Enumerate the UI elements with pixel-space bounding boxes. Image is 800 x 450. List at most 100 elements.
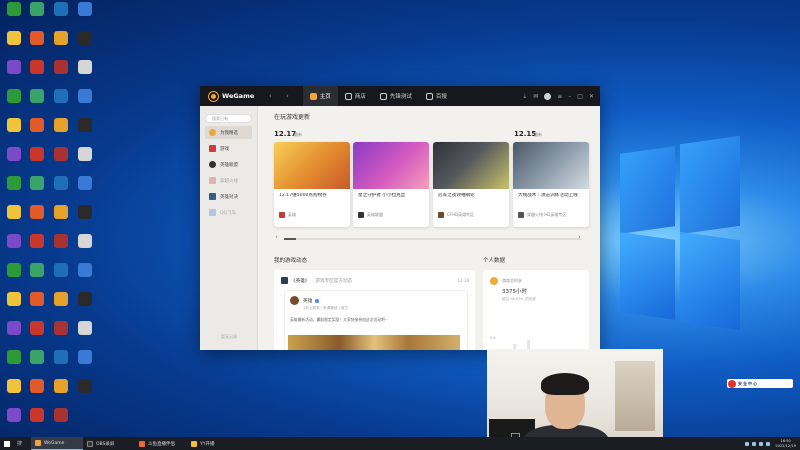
tab-store[interactable]: 商店 [338,86,373,106]
maximize-icon[interactable]: □ [577,93,583,100]
volume-icon[interactable] [752,441,757,446]
desktop-shortcut[interactable] [50,89,72,119]
desktop-shortcut[interactable] [50,350,72,380]
start-button[interactable] [0,437,13,450]
desktop-shortcut[interactable] [3,408,25,438]
minimize-icon[interactable]: – [568,93,571,100]
desktop-shortcut[interactable] [26,292,48,322]
battery-icon[interactable] [759,441,764,446]
desktop-shortcut[interactable] [26,147,48,177]
desktop-shortcut[interactable] [50,234,72,264]
taskbar-item-yy[interactable]: YY开播 [187,437,239,450]
network-icon[interactable] [745,441,750,446]
sidebar-search-input[interactable]: 搜索已有 [205,114,252,123]
desktop-shortcut[interactable] [74,321,96,351]
desktop-shortcut[interactable] [3,234,25,264]
desktop-shortcut[interactable] [50,60,72,90]
desktop-shortcut[interactable] [26,379,48,409]
close-icon[interactable]: ✕ [589,93,594,100]
desktop-shortcut[interactable] [3,292,25,322]
desktop-shortcut[interactable] [26,60,48,90]
desktop-shortcut[interactable] [74,2,96,32]
desktop-shortcut[interactable] [50,2,72,32]
taskbar-item-obs[interactable]: OBS录屏 [83,437,135,450]
tab-test[interactable]: 先锋测试 [373,86,419,106]
desktop-shortcut[interactable] [3,31,25,61]
sidebar-item-picks[interactable]: 为我精选 [205,126,252,139]
download-icon[interactable]: ⇣ [522,93,527,100]
desktop-shortcut[interactable] [3,205,25,235]
feed-source[interactable]: 《英雄》 [291,278,309,284]
desktop-shortcut[interactable] [26,118,48,148]
sidebar-item-lol[interactable]: 英雄联盟 [205,158,252,171]
scroll-thumb[interactable] [284,238,296,240]
taskbar-clock[interactable]: 16:50 2022/12/19 [775,439,796,448]
desktop-shortcut[interactable] [3,118,25,148]
desktop-shortcut[interactable] [74,205,96,235]
menu-icon[interactable]: ≡ [557,93,562,100]
desktop-shortcut[interactable] [3,2,25,32]
avatar[interactable] [544,92,552,100]
update-card[interactable]: 冠军之夜领袖钢轮 CFHD英雄专区 [433,142,509,227]
desktop-shortcut[interactable] [26,2,48,32]
desktop-shortcut[interactable] [74,31,96,61]
scroll-left-icon[interactable]: ‹ [275,233,278,241]
desktop-shortcut[interactable] [74,350,96,380]
wegame-logo[interactable]: WeGame [209,91,267,101]
security-widget[interactable]: 安全中心 [727,379,793,388]
tab-home[interactable]: 主页 [302,86,338,106]
update-card[interactable]: 星之守护者 小小拉克丝 英雄联盟 [353,142,429,227]
desktop-shortcut[interactable] [50,176,72,206]
tab-baisou[interactable]: 百搜 [419,86,454,106]
desktop-shortcut[interactable] [74,176,96,206]
desktop-shortcut[interactable] [74,234,96,264]
desktop-shortcut[interactable] [3,176,25,206]
desktop-shortcut[interactable] [3,321,25,351]
scroll-right-icon[interactable]: › [578,233,581,241]
feed-post[interactable]: 英雄 1天上前发 | 来源微信 | 官方 英雄最新活动，赢取限定奖励！大家快来参… [284,290,468,350]
desktop-shortcut[interactable] [50,118,72,148]
message-icon[interactable]: ✉ [533,93,538,100]
desktop-shortcut[interactable] [74,379,96,409]
desktop-shortcut[interactable] [26,408,48,438]
desktop-shortcut[interactable] [26,263,48,293]
desktop-shortcut[interactable] [3,350,25,380]
desktop-shortcut[interactable] [50,31,72,61]
desktop-shortcut[interactable] [50,292,72,322]
sidebar-item-cf[interactable]: 穿越火线 [205,174,252,187]
desktop-shortcut[interactable] [3,379,25,409]
desktop-shortcut[interactable] [74,147,96,177]
nav-arrows[interactable]: ‹ › [269,92,295,100]
desktop-shortcut[interactable] [74,118,96,148]
sidebar-item-speed[interactable]: QQ飞车 [205,206,252,219]
desktop-shortcut[interactable] [50,321,72,351]
taskbar-item-wegame[interactable]: WeGame [31,437,83,450]
update-card[interactable]: 12.17维5000点购物券 英雄 [274,142,350,227]
desktop-shortcut[interactable] [50,379,72,409]
sidebar-item-duel[interactable]: 英雄对决 [205,190,252,203]
desktop-shortcut[interactable] [50,205,72,235]
desktop-shortcut[interactable] [26,321,48,351]
desktop-shortcut[interactable] [3,263,25,293]
desktop-shortcut[interactable] [50,263,72,293]
desktop-shortcut[interactable] [26,89,48,119]
desktop-shortcut[interactable] [74,292,96,322]
desktop-shortcut[interactable] [74,60,96,90]
desktop-shortcut[interactable] [26,350,48,380]
desktop-shortcut[interactable] [74,89,96,119]
desktop-shortcut[interactable] [74,263,96,293]
cards-scrollbar[interactable] [284,238,582,240]
post-image[interactable] [288,335,460,350]
desktop-shortcut[interactable] [50,408,72,438]
desktop-shortcut[interactable] [26,234,48,264]
update-card[interactable]: 大线战术｜攻击训练活动上线 穿越火线·HD英雄专区 [513,142,589,227]
sidebar-item-games[interactable]: 游戏 [205,142,252,155]
desktop-shortcut[interactable] [3,147,25,177]
desktop-shortcut[interactable] [26,31,48,61]
desktop-shortcut[interactable] [3,60,25,90]
desktop-shortcut[interactable] [50,147,72,177]
taskbar-item-douyu[interactable]: 斗鱼直播伴侣 [135,437,187,450]
desktop-shortcut[interactable] [26,205,48,235]
ime-icon[interactable] [766,441,771,446]
taskbar-search[interactable]: 搜 [17,440,31,447]
